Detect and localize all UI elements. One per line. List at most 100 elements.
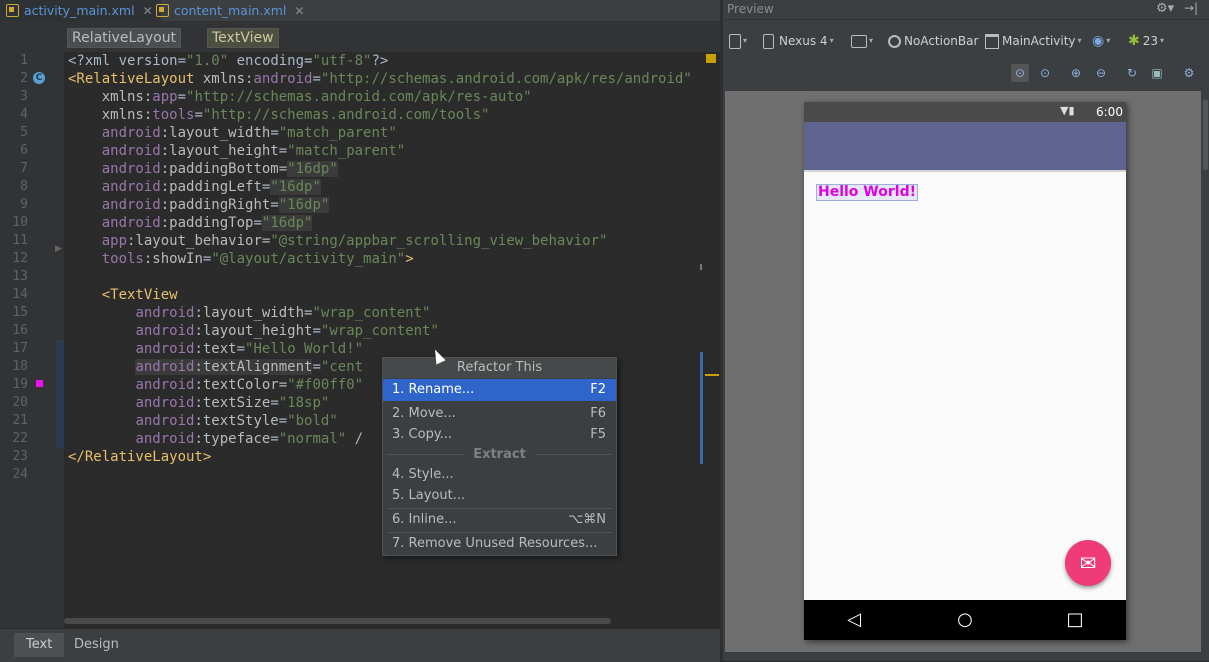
code-token: :paddingLeft	[160, 179, 262, 195]
code-line[interactable]: android:layout_height="wrap_content"	[68, 322, 439, 340]
code-token: <RelativeLayout	[68, 71, 195, 87]
code-token: android	[135, 413, 195, 429]
code-line[interactable]: <RelativeLayout xmlns:android="http://sc…	[68, 70, 692, 88]
hello-world-textview[interactable]: Hello World!	[816, 184, 918, 201]
menu-title: Refactor This	[383, 358, 616, 378]
recents-icon[interactable]: □	[1063, 608, 1087, 632]
code-line[interactable]: android:layout_width="wrap_content"	[68, 304, 430, 322]
code-line[interactable]: android:paddingLeft="16dp"	[68, 178, 321, 196]
line-number: 1	[20, 53, 28, 68]
code-line[interactable]: android:text="Hello World!"	[68, 340, 363, 358]
code-line[interactable]: </RelativeLayout>	[68, 448, 211, 466]
line-number: 14	[12, 287, 28, 302]
camera-icon[interactable]: ▣	[1148, 64, 1166, 82]
hide-panel-icon[interactable]: →|	[1184, 1, 1198, 15]
code-line[interactable]: android:paddingRight="16dp"	[68, 196, 330, 214]
menu-item-remove-unused[interactable]: 7. Remove Unused Resources...	[383, 533, 616, 555]
fold-arrow-icon[interactable]: ▶	[55, 244, 62, 254]
code-line[interactable]: xmlns:app="http://schemas.android.com/ap…	[68, 88, 532, 106]
zoom-in-icon[interactable]: ⊕	[1067, 64, 1085, 82]
code-line[interactable]: tools:showIn="@layout/activity_main">	[68, 250, 414, 268]
code-token: "utf-8"	[312, 53, 372, 69]
line-number: 20	[12, 395, 28, 410]
tab-content-main[interactable]: content_main.xml ✕	[150, 0, 312, 21]
refresh-icon[interactable]: ↻	[1123, 64, 1141, 82]
color-swatch-icon[interactable]	[36, 380, 43, 387]
device-selector[interactable]: Nexus 4 ▾	[763, 32, 834, 50]
code-line[interactable]: android:textSize="18sp"	[68, 394, 329, 412]
code-line[interactable]: android:paddingTop="16dp"	[68, 214, 313, 232]
menu-item-layout[interactable]: 5. Layout...	[383, 485, 616, 507]
warning-stripe[interactable]	[705, 374, 719, 376]
tab-activity-main[interactable]: activity_main.xml ✕	[0, 0, 161, 21]
code-token: android	[135, 341, 195, 357]
settings-icon[interactable]: ⚙	[1180, 64, 1198, 82]
menu-item-inline[interactable]: 6. Inline... ⌥⌘N	[383, 509, 616, 531]
menu-item-rename[interactable]: 1. Rename... F2	[383, 379, 616, 401]
code-token: "normal"	[278, 431, 347, 447]
code-token: "cent	[320, 359, 364, 375]
line-number: 8	[20, 179, 28, 194]
preview-canvas[interactable]: ▼▮ 6:00 Hello World! ✉ ◁ ○ □	[725, 91, 1201, 652]
code-token: =	[194, 107, 203, 123]
code-token: </RelativeLayout>	[68, 449, 212, 465]
code-line[interactable]: android:paddingBottom="16dp"	[68, 160, 338, 178]
zoom-out-icon[interactable]: ⊖	[1092, 64, 1110, 82]
code-line[interactable]: android:textAlignment="cent	[68, 358, 363, 376]
tab-label: content_main.xml	[174, 3, 287, 18]
code-line[interactable]: <TextView	[68, 286, 178, 304]
code-token: android	[135, 395, 195, 411]
preview-scrollbar[interactable]	[1203, 100, 1208, 170]
code-token: >	[405, 251, 414, 267]
code-token: =	[278, 161, 288, 177]
api-level-selector[interactable]: ✱ 23 ▾	[1128, 32, 1164, 50]
zoom-fit-icon[interactable]: ⊙	[1011, 64, 1029, 82]
zoom-actual-icon[interactable]: ⊙	[1036, 64, 1054, 82]
code-token: android	[135, 377, 195, 393]
breadcrumb-item-textview[interactable]: TextView	[207, 28, 279, 48]
code-line[interactable]: app:layout_behavior="@string/appbar_scro…	[68, 232, 608, 250]
tab-design[interactable]: Design	[62, 633, 131, 657]
code-line[interactable]: android:textColor="#f00ff0"	[68, 376, 363, 394]
code-line[interactable]: xmlns:tools="http://schemas.android.com/…	[68, 106, 490, 124]
code-line[interactable]: android:layout_height="match_parent"	[68, 142, 405, 160]
code-line[interactable]: android:layout_width="match_parent"	[68, 124, 397, 142]
menu-item-style[interactable]: 4. Style...	[383, 464, 616, 486]
home-icon[interactable]: ○	[953, 608, 977, 632]
line-number: 12	[12, 251, 28, 266]
breadcrumb-item-relativelayout[interactable]: RelativeLayout	[67, 28, 182, 48]
code-line[interactable]: android:textStyle="bold"	[68, 412, 337, 430]
theme-selector[interactable]: NoActionBar	[888, 32, 978, 50]
warning-marker-icon[interactable]	[706, 54, 716, 63]
change-marker	[56, 340, 64, 448]
code-token: :paddingRight	[160, 197, 271, 213]
class-marker-icon[interactable]: C	[33, 72, 45, 84]
code-token: :textAlignment	[194, 359, 313, 375]
code-token: =	[253, 215, 262, 231]
fab-email-button[interactable]: ✉	[1065, 540, 1111, 586]
menu-item-copy[interactable]: 3. Copy... F5	[383, 424, 616, 446]
code-token: :showIn	[143, 251, 203, 267]
horizontal-scrollbar[interactable]	[64, 618, 611, 624]
gear-icon[interactable]: ⚙▾	[1156, 1, 1174, 16]
code-token: "wrap_content"	[320, 323, 439, 339]
device-config-button[interactable]: ▾	[729, 32, 747, 50]
close-icon[interactable]: ✕	[294, 4, 304, 18]
editor-mode-tabs: Text Design	[0, 628, 720, 662]
code-line[interactable]: android:typeface="normal" /	[68, 430, 363, 448]
activity-selector[interactable]: MainActivity ▾	[985, 32, 1082, 50]
tab-text[interactable]: Text	[14, 633, 65, 657]
theme-name: NoActionBar	[904, 34, 979, 48]
menu-item-move[interactable]: 2. Move... F6	[383, 403, 616, 425]
xml-file-icon	[6, 4, 19, 17]
line-number-gutter: 1 2 3 4 5 6 7 8 9 10 11 12 13 14 15 16 17 18 19 20 21 22 23 24 …	[0, 52, 64, 628]
orientation-selector[interactable]: ▾	[851, 32, 873, 50]
code-token: android	[101, 215, 161, 231]
code-line[interactable]: <?xml version="1.0" encoding="utf-8"?>	[68, 52, 388, 70]
locale-selector[interactable]: ◉ ▾	[1092, 32, 1110, 50]
code-token: android	[101, 161, 161, 177]
back-icon[interactable]: ◁	[842, 608, 866, 632]
